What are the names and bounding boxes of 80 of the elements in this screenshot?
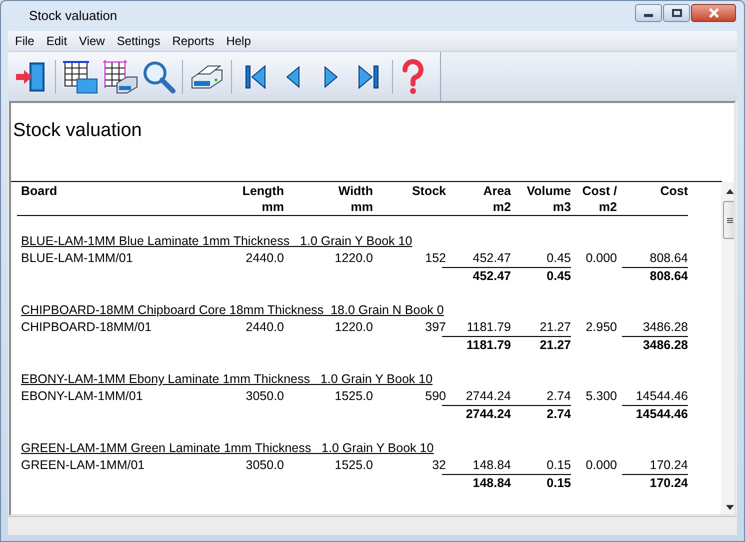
window-title: Stock valuation xyxy=(29,7,118,26)
table-cell: 5.300 xyxy=(586,389,617,403)
table-cell: GREEN-LAM-1MM/01 xyxy=(21,458,145,472)
scroll-up-icon[interactable] xyxy=(726,189,734,194)
menu-item[interactable]: Reports xyxy=(166,32,220,50)
table-cell: 397 xyxy=(425,320,446,334)
menu-item[interactable]: File xyxy=(9,32,40,50)
table-cell: 590 xyxy=(425,389,446,403)
column-header: Cost xyxy=(659,183,688,199)
grid-screen-icon[interactable] xyxy=(61,58,99,94)
total-cell: 170.24 xyxy=(650,476,688,490)
total-cell: 2.74 xyxy=(546,407,571,421)
table-cell: 3050.0 xyxy=(246,458,284,472)
menu-item[interactable]: View xyxy=(73,32,111,50)
total-cell: 452.47 xyxy=(472,269,511,283)
menu-item[interactable]: Edit xyxy=(40,32,74,50)
table-cell: 808.64 xyxy=(650,251,688,265)
total-cell: 808.64 xyxy=(650,269,688,283)
table-cell: 3050.0 xyxy=(246,389,284,403)
table-cell: 2440.0 xyxy=(246,251,284,265)
column-header: Width xyxy=(337,183,373,199)
table-cell: 1220.0 xyxy=(334,320,373,334)
group-heading: BLUE-LAM-1MM Blue Laminate 1mm Thickness 1.0 Grain Y Book 10 xyxy=(20,233,412,250)
vertical-scrollbar[interactable] xyxy=(721,182,734,514)
maximize-button[interactable] xyxy=(663,4,690,22)
table-cell: 1181.79 xyxy=(466,320,511,334)
table-cell: 0.45 xyxy=(546,251,571,265)
column-header: Length xyxy=(241,183,284,199)
table-cell: 32 xyxy=(432,458,446,472)
table-cell: 21.27 xyxy=(540,320,571,334)
table-cell: 1525.0 xyxy=(334,389,373,403)
table-cell: 2744.24 xyxy=(466,389,511,403)
table-cell: 170.24 xyxy=(650,458,688,472)
table-cell: 2.74 xyxy=(546,389,571,403)
column-unit: mm xyxy=(350,199,373,215)
minimize-button[interactable] xyxy=(635,4,662,22)
total-cell: 0.45 xyxy=(546,269,571,283)
table-cell: 2.950 xyxy=(586,320,617,334)
column-unit: m2 xyxy=(492,199,511,215)
table-cell: 14544.46 xyxy=(636,389,688,403)
column-unit: m3 xyxy=(552,199,571,215)
column-header: Volume xyxy=(526,183,571,199)
table-cell: 1220.0 xyxy=(334,251,373,265)
column-header: Area xyxy=(482,183,511,199)
table-cell: 3486.28 xyxy=(642,320,688,334)
total-cell: 14544.46 xyxy=(636,407,688,421)
table-cell: EBONY-LAM-1MM/01 xyxy=(21,389,143,403)
total-cell: 21.27 xyxy=(540,338,571,352)
report-title: Stock valuation xyxy=(13,119,142,143)
total-cell: 3486.28 xyxy=(642,338,688,352)
table-cell: 452.47 xyxy=(472,251,511,265)
scroll-thumb[interactable] xyxy=(722,201,734,239)
close-button[interactable] xyxy=(691,4,736,22)
table-cell: BLUE-LAM-1MM/01 xyxy=(21,251,133,265)
column-unit: m2 xyxy=(598,199,617,215)
column-header: Cost / xyxy=(581,183,617,199)
menu-item[interactable]: Settings xyxy=(110,32,166,50)
column-header: Stock xyxy=(410,183,446,199)
table-cell: 0.000 xyxy=(586,458,617,472)
table-cell: 148.84 xyxy=(472,458,511,472)
table-cell: 0.000 xyxy=(586,251,617,265)
scroll-down-icon[interactable] xyxy=(726,505,734,510)
close-icon xyxy=(708,8,720,18)
column-header: Board xyxy=(21,183,58,199)
menu-item[interactable]: Help xyxy=(220,32,257,50)
table-cell: 0.15 xyxy=(546,458,571,472)
group-heading: CHIPBOARD-18MM Chipboard Core 18mm Thickness 18.0 Grain N Book 0 xyxy=(20,302,444,319)
search-icon[interactable] xyxy=(141,58,177,94)
table-cell: 152 xyxy=(425,251,446,265)
table-cell: 1525.0 xyxy=(334,458,373,472)
total-cell: 148.84 xyxy=(472,476,511,490)
total-cell: 2744.24 xyxy=(466,407,511,421)
total-cell: 0.15 xyxy=(546,476,571,490)
column-unit: mm xyxy=(260,199,284,215)
group-heading: GREEN-LAM-1MM Green Laminate 1mm Thickness 1.0 Grain Y Book 10 xyxy=(20,440,434,457)
total-cell: 1181.79 xyxy=(466,338,511,352)
table-cell: 2440.0 xyxy=(246,320,284,334)
group-heading: EBONY-LAM-1MM Ebony Laminate 1mm Thickness 1.0 Grain Y Book 10 xyxy=(20,371,433,388)
table-cell: CHIPBOARD-18MM/01 xyxy=(21,320,152,334)
grid-printer-icon[interactable] xyxy=(101,58,139,94)
